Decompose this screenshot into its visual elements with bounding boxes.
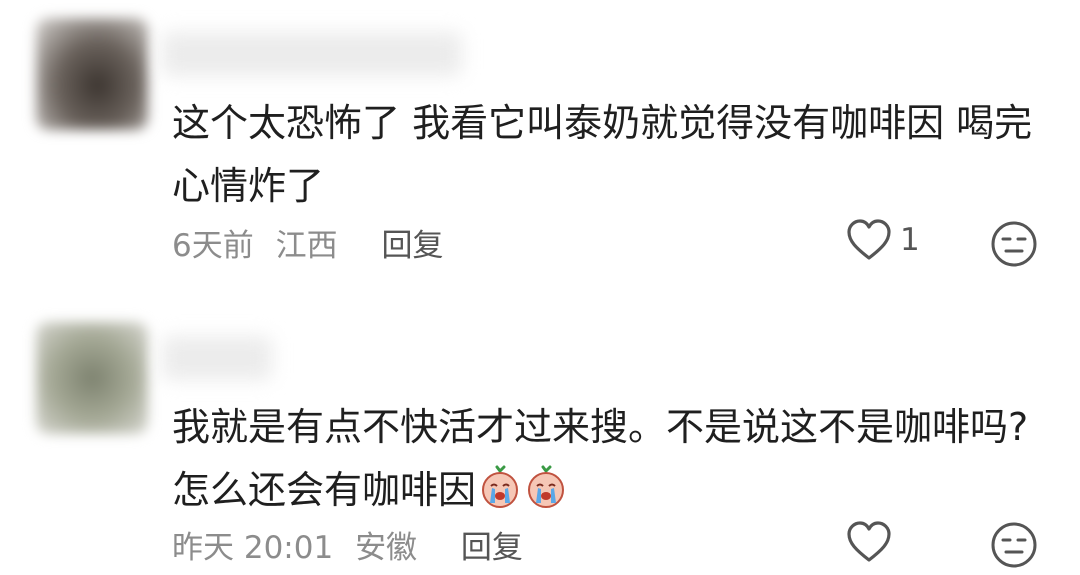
username-blurred[interactable] [162,336,272,380]
reply-button[interactable]: 回复 [381,228,443,264]
like-button[interactable]: 1 [846,218,920,262]
like-button[interactable] [846,520,900,564]
comment-text-line: 这个太恐怖了 我看它叫泰奶就觉得没有咖啡因 喝完 [172,101,1033,145]
comment-item: 这个太恐怖了 我看它叫泰奶就觉得没有咖啡因 喝完 心情炸了 6天前 江西 回复 … [0,0,1080,290]
comment-text: 我就是有点不快活才过来搜。不是说这不是咖啡吗? 怎么还会有咖啡因 [172,396,1032,522]
comment-text-line: 我就是有点不快活才过来搜。不是说这不是咖啡吗? [172,405,1029,449]
comment-time: 6天前 [172,228,254,264]
crying-face-emoji-icon [528,465,565,508]
comment-location: 安徽 [355,530,418,566]
comment-time: 昨天 20:01 [172,530,334,566]
dislike-face-icon[interactable] [989,219,1039,269]
comment-location: 江西 [275,228,338,264]
like-count: 1 [900,222,920,258]
crying-face-emoji-icon [482,465,519,508]
comment-text-line: 怎么还会有咖啡因 [172,459,1032,522]
comment-item: 我就是有点不快活才过来搜。不是说这不是咖啡吗? 怎么还会有咖啡因 昨天 20:0… [0,300,1080,575]
dislike-face-icon[interactable] [989,520,1039,570]
comment-text-line-part: 怎么还会有咖啡因 [172,468,477,512]
avatar[interactable] [36,18,148,130]
comment-meta: 6天前 江西 回复 [172,220,455,265]
heart-icon [847,219,891,260]
username-blurred[interactable] [162,32,462,76]
comment-text: 这个太恐怖了 我看它叫泰奶就觉得没有咖啡因 喝完 心情炸了 [172,92,1032,218]
reply-button[interactable]: 回复 [461,530,523,566]
heart-icon [847,521,891,562]
comment-meta: 昨天 20:01 安徽 回复 [172,522,535,567]
avatar[interactable] [36,322,148,434]
comment-text-line: 心情炸了 [172,164,325,208]
